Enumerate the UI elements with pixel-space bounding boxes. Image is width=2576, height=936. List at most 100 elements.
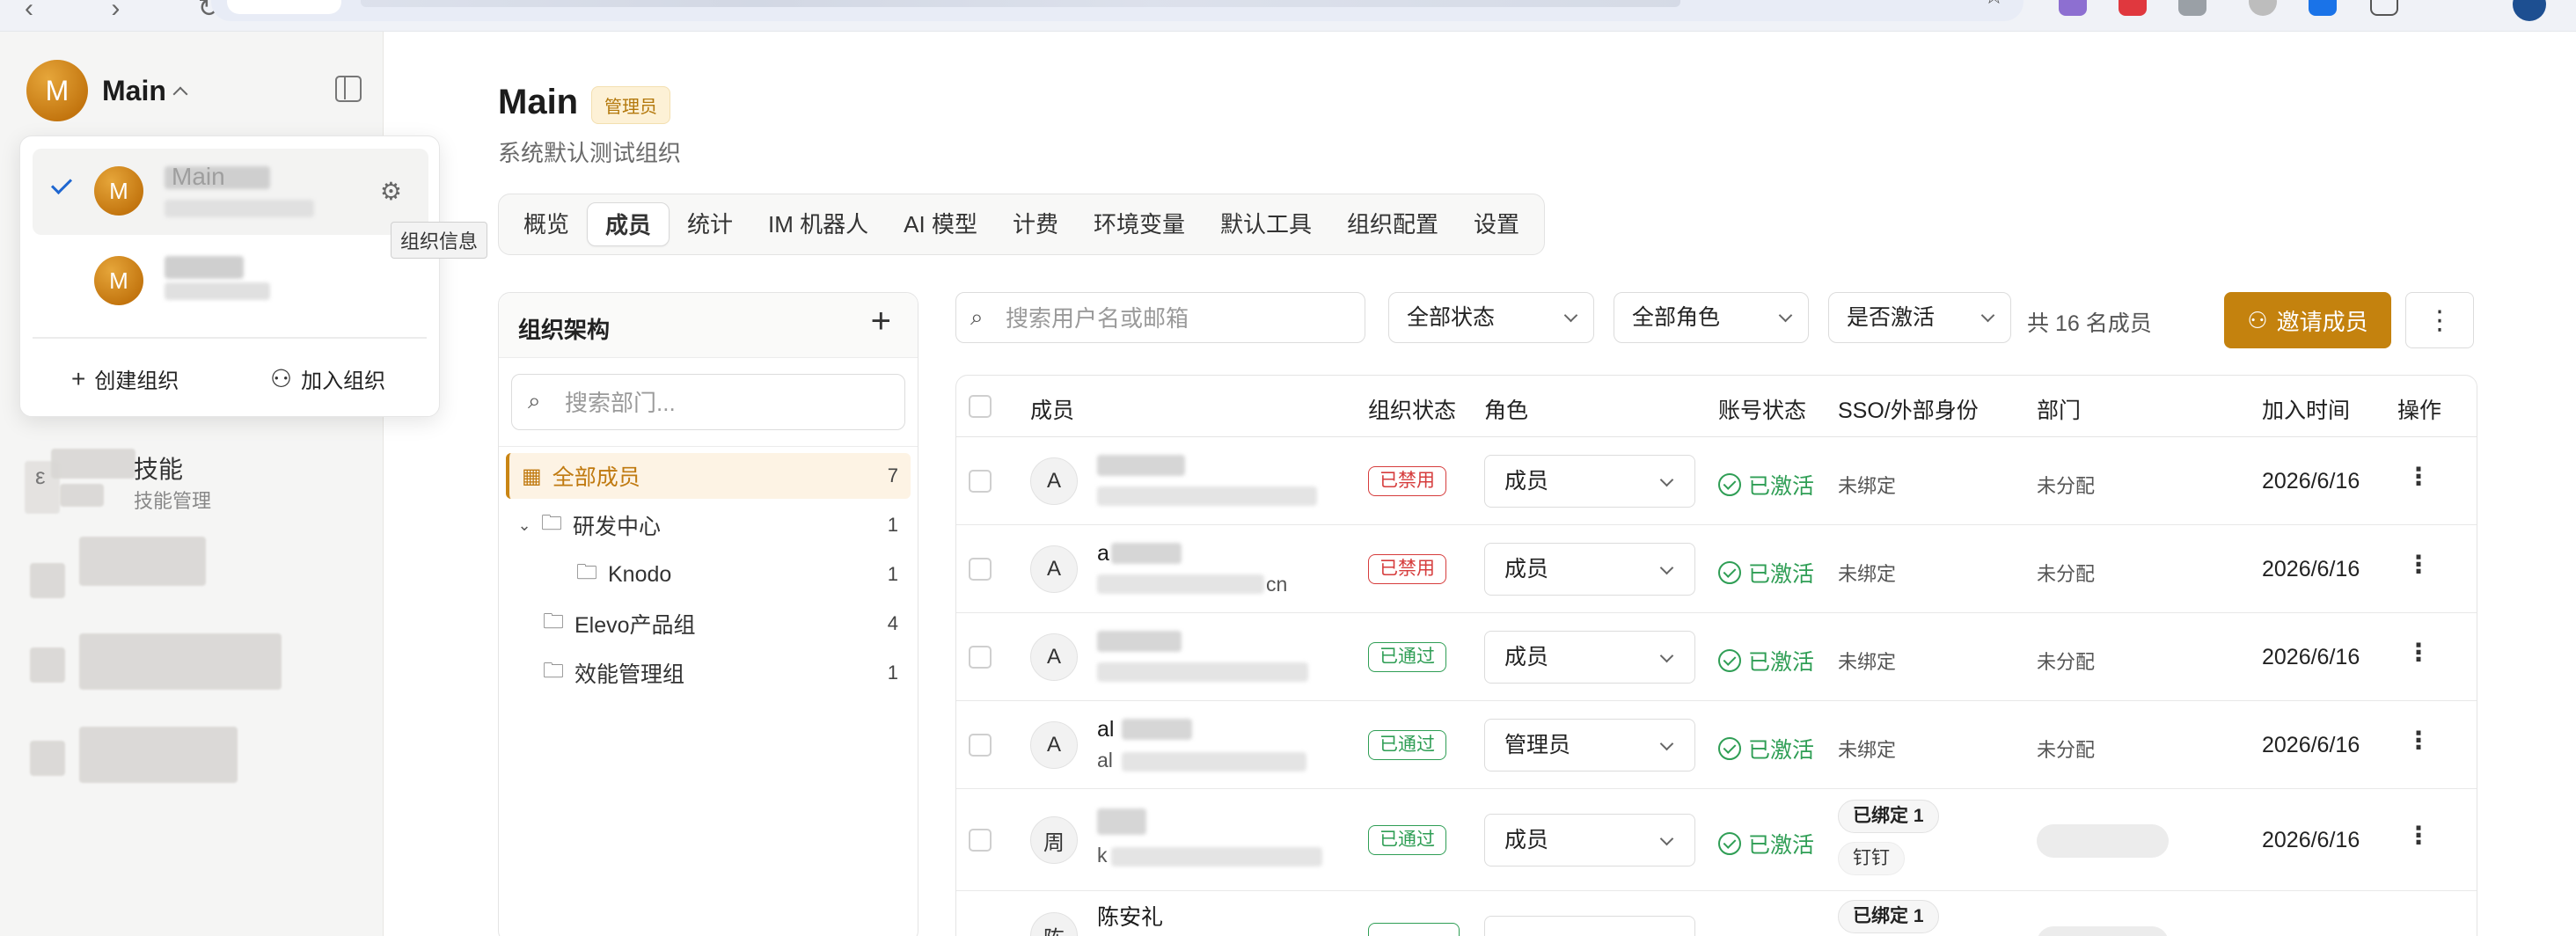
join-org-label: 加入组织 bbox=[301, 369, 386, 393]
column-header-role: 角色 bbox=[1484, 399, 1529, 423]
role-select[interactable]: 成员 bbox=[1484, 814, 1695, 867]
redacted-item[interactable] bbox=[79, 727, 238, 783]
tab-stats[interactable]: 统计 bbox=[670, 202, 750, 246]
redacted-icon bbox=[30, 647, 65, 683]
table-row[interactable]: A 已通过 成员 已激活 未绑定 未分配 2026/6/16 ⋮ bbox=[956, 613, 2477, 701]
org-switcher[interactable]: M Main bbox=[26, 60, 188, 121]
row-checkbox[interactable] bbox=[969, 646, 992, 669]
column-header-account-status: 账号状态 bbox=[1718, 399, 1807, 423]
row-checkbox[interactable] bbox=[969, 470, 992, 493]
tree-node-knodo[interactable]: 🗀 Knodo 1 bbox=[506, 552, 911, 597]
extension-icon[interactable] bbox=[2119, 0, 2147, 16]
member-search[interactable]: ⌕ bbox=[955, 292, 1365, 343]
table-row[interactable]: 陈 陈安礼 已绑定 1 bbox=[956, 891, 2477, 936]
tab-billing[interactable]: 计费 bbox=[995, 202, 1076, 246]
dept-search-input[interactable] bbox=[565, 385, 890, 420]
org-avatar: M bbox=[94, 166, 143, 216]
org-tree-header: 组织架构 + bbox=[499, 293, 918, 358]
row-checkbox[interactable] bbox=[969, 734, 992, 757]
table-row[interactable]: A a cn 已禁用 成员 已激活 未绑定 未分配 2026/6/16 ⋮ bbox=[956, 525, 2477, 613]
tree-node-rd-center[interactable]: ⌄ 🗀 研发中心 1 bbox=[506, 502, 911, 548]
tab-ai-model[interactable]: AI 模型 bbox=[886, 202, 995, 246]
activation-filter-select[interactable]: 是否激活 bbox=[1828, 292, 2011, 343]
tree-node-all-members[interactable]: ▦ 全部成员 7 bbox=[506, 453, 911, 499]
row-checkbox[interactable] bbox=[969, 558, 992, 581]
org-option[interactable]: M bbox=[33, 238, 428, 325]
role-select[interactable]: 成员 bbox=[1484, 631, 1695, 684]
member-search-input[interactable] bbox=[1006, 302, 1349, 335]
extension-icon[interactable] bbox=[2178, 0, 2206, 16]
org-name: Main bbox=[102, 74, 166, 106]
tree-node-elevo[interactable]: 🗀 Elevo产品组 4 bbox=[506, 601, 911, 647]
check-circle-icon bbox=[1718, 561, 1741, 584]
profile-avatar[interactable] bbox=[2513, 0, 2546, 21]
table-row[interactable]: A al al 已通过 管理员 已激活 未绑定 未分配 2026/6/16 ⋮ bbox=[956, 701, 2477, 789]
role-filter-select[interactable]: 全部角色 bbox=[1614, 292, 1809, 343]
tab-im-bot[interactable]: IM 机器人 bbox=[750, 202, 886, 246]
extension-icon[interactable] bbox=[2059, 0, 2087, 16]
site-info-chip[interactable] bbox=[227, 0, 341, 14]
invite-member-button[interactable]: ⚇ 邀请成员 bbox=[2224, 292, 2391, 348]
tab-members[interactable]: 成员 bbox=[587, 202, 670, 246]
row-more-icon[interactable]: ⋮ bbox=[2406, 550, 2431, 579]
org-status-badge bbox=[1368, 923, 1460, 936]
check-circle-icon bbox=[1718, 737, 1741, 760]
table-row[interactable]: A 已禁用 成员 已激活 未绑定 未分配 2026/6/16 ⋮ bbox=[956, 437, 2477, 525]
org-option-active[interactable]: M Main ⚙ bbox=[33, 149, 428, 235]
dept-value: 未分配 bbox=[2037, 651, 2096, 673]
org-status-badge: 已通过 bbox=[1368, 825, 1446, 855]
account-status-label: 已激活 bbox=[1748, 650, 1815, 675]
tree-node-label: Elevo产品组 bbox=[574, 613, 696, 638]
sso-status: 未绑定 bbox=[1838, 563, 1897, 585]
sidebar-toggle-icon[interactable] bbox=[335, 76, 362, 102]
redacted-name bbox=[1122, 719, 1192, 740]
role-select[interactable]: 成员 bbox=[1484, 543, 1695, 596]
extension-icon[interactable] bbox=[2249, 0, 2277, 16]
chevron-down-icon bbox=[1659, 472, 1674, 487]
tab-env-vars[interactable]: 环境变量 bbox=[1076, 202, 1203, 246]
row-more-icon[interactable]: ⋮ bbox=[2406, 638, 2431, 667]
role-select[interactable] bbox=[1484, 916, 1695, 936]
more-options-button[interactable]: ⋮ bbox=[2405, 292, 2474, 348]
bookmark-star-icon[interactable]: ☆ bbox=[1984, 0, 2004, 10]
column-header-sso: SSO/外部身份 bbox=[1838, 399, 1979, 423]
redacted-dept bbox=[2037, 926, 2169, 936]
extension-icon[interactable] bbox=[2309, 0, 2337, 16]
sso-bound-badge: 已绑定 1 bbox=[1838, 800, 1939, 833]
role-select[interactable]: 管理员 bbox=[1484, 719, 1695, 771]
tab-settings[interactable]: 设置 bbox=[1456, 202, 1537, 246]
redacted-item[interactable] bbox=[79, 537, 206, 586]
row-checkbox[interactable] bbox=[969, 829, 992, 852]
select-all-checkbox[interactable] bbox=[969, 395, 992, 418]
add-dept-button[interactable]: + bbox=[871, 302, 891, 341]
row-more-icon[interactable]: ⋮ bbox=[2406, 462, 2431, 491]
tab-overview[interactable]: 概览 bbox=[506, 202, 587, 246]
dept-search[interactable]: ⌕ bbox=[511, 374, 905, 430]
join-date: 2026/6/16 bbox=[2262, 557, 2360, 581]
redacted-item[interactable] bbox=[79, 633, 282, 690]
join-date: 2026/6/16 bbox=[2262, 828, 2360, 852]
create-org-button[interactable]: + 创建组织 bbox=[71, 363, 179, 394]
row-more-icon[interactable]: ⋮ bbox=[2406, 821, 2431, 850]
role-badge: 管理员 bbox=[591, 86, 670, 124]
tab-org-config[interactable]: 组织配置 bbox=[1329, 202, 1456, 246]
address-bar[interactable]: ☆ bbox=[211, 0, 2023, 21]
org-status-badge: 已禁用 bbox=[1368, 466, 1446, 496]
tab-default-tools[interactable]: 默认工具 bbox=[1203, 202, 1329, 246]
extensions-puzzle-icon[interactable] bbox=[2370, 0, 2398, 16]
tree-node-efficiency[interactable]: 🗀 效能管理组 1 bbox=[506, 650, 911, 696]
sidebar-item-sublabel: 技能管理 bbox=[134, 490, 212, 512]
create-org-label: 创建组织 bbox=[94, 369, 179, 393]
status-filter-select[interactable]: 全部状态 bbox=[1388, 292, 1594, 343]
check-circle-icon bbox=[1718, 832, 1741, 855]
table-row[interactable]: 周 k 已通过 成员 已激活 已绑定 1 钉钉 2026/6/16 ⋮ bbox=[956, 789, 2477, 891]
gear-icon[interactable]: ⚙ bbox=[380, 177, 402, 206]
chevron-down-icon[interactable]: ⌄ bbox=[516, 516, 532, 535]
org-avatar: M bbox=[94, 256, 143, 305]
join-date: 2026/6/16 bbox=[2262, 645, 2360, 669]
role-select[interactable]: 成员 bbox=[1484, 455, 1695, 508]
table-header: 成员 组织状态 角色 账号状态 SSO/外部身份 部门 加入时间 操作 bbox=[956, 376, 2477, 437]
join-org-button[interactable]: ⚇ 加入组织 bbox=[270, 363, 385, 394]
row-more-icon[interactable]: ⋮ bbox=[2406, 726, 2431, 755]
member-name: al bbox=[1097, 717, 1115, 742]
